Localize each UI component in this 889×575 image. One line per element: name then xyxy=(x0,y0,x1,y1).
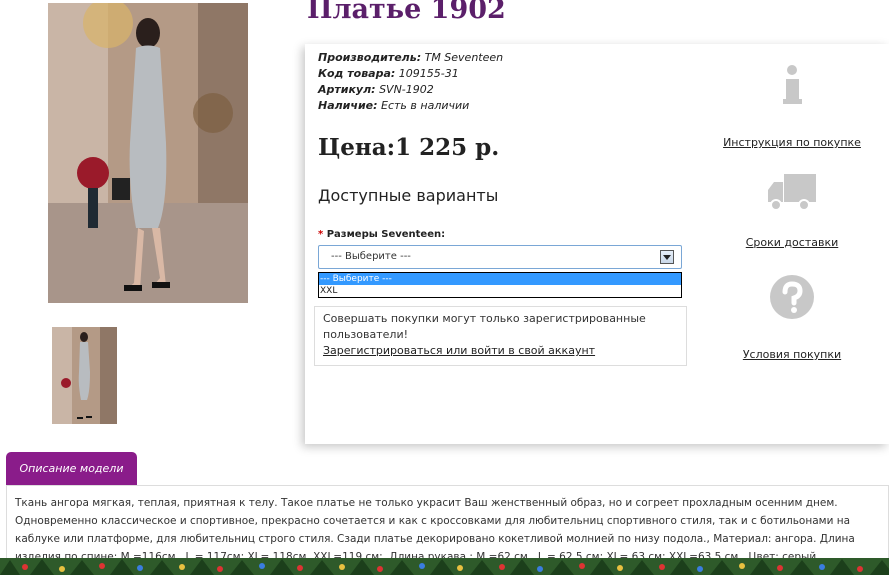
size-dropdown-list: --- Выберите --- XXL xyxy=(318,272,682,298)
sidebar-item-label[interactable]: Инструкция по покупке xyxy=(717,136,867,149)
sidebar-item-label[interactable]: Условия покупки xyxy=(717,348,867,361)
attribute-row: Наличие: Есть в наличии xyxy=(318,98,503,114)
info-icon xyxy=(783,65,802,104)
attribute-row: Производитель: TM Seventeen xyxy=(318,50,503,66)
attribute-value: 109155-31 xyxy=(398,67,459,80)
login-notice: Совершать покупки могут только зарегистр… xyxy=(314,306,687,366)
attribute-label: Производитель: xyxy=(318,51,422,64)
attribute-value: TM Seventeen xyxy=(424,51,504,64)
attribute-label: Наличие: xyxy=(318,99,378,112)
sidebar-item-label[interactable]: Сроки доставки xyxy=(717,236,867,249)
size-select-value: --- Выберите --- xyxy=(331,251,411,262)
size-label-text: Размеры Seventeen: xyxy=(326,229,446,240)
product-thumbnail[interactable] xyxy=(52,327,117,424)
product-title: Платье 1902 xyxy=(307,0,506,25)
question-icon xyxy=(770,275,814,319)
variants-heading: Доступные варианты xyxy=(318,186,499,205)
product-price: Цена:1 225 р. xyxy=(318,134,500,161)
attribute-value: SVN-1902 xyxy=(379,83,434,96)
tab-description[interactable]: Описание модели xyxy=(6,452,137,485)
attribute-row: Артикул: SVN-1902 xyxy=(318,82,503,98)
size-select[interactable]: --- Выберите --- xyxy=(318,245,682,269)
truck-icon xyxy=(768,174,816,211)
sidebar-item-terms[interactable]: Условия покупки xyxy=(717,274,867,361)
notice-text: Совершать покупки могут только зарегистр… xyxy=(323,312,646,341)
product-info-panel: Производитель: TM Seventeen Код товара: … xyxy=(305,44,889,444)
attribute-label: Артикул: xyxy=(318,83,376,96)
chevron-down-icon[interactable] xyxy=(660,250,674,264)
size-label: * Размеры Seventeen: xyxy=(318,229,445,240)
attribute-value: Есть в наличии xyxy=(381,99,470,112)
product-attributes: Производитель: TM Seventeen Код товара: … xyxy=(318,50,503,114)
sidebar-item-delivery[interactable]: Сроки доставки xyxy=(717,172,867,249)
register-login-link[interactable]: Зарегистрироваться или войти в свой акка… xyxy=(323,343,678,359)
size-option[interactable]: --- Выберите --- xyxy=(319,273,681,285)
size-option[interactable]: XXL xyxy=(319,285,681,297)
required-mark: * xyxy=(318,229,324,240)
garland-decoration xyxy=(0,558,889,575)
product-main-image[interactable] xyxy=(48,3,248,303)
attribute-row: Код товара: 109155-31 xyxy=(318,66,503,82)
sidebar-item-instructions[interactable]: Инструкция по покупке xyxy=(717,64,867,149)
attribute-label: Код товара: xyxy=(318,67,396,80)
